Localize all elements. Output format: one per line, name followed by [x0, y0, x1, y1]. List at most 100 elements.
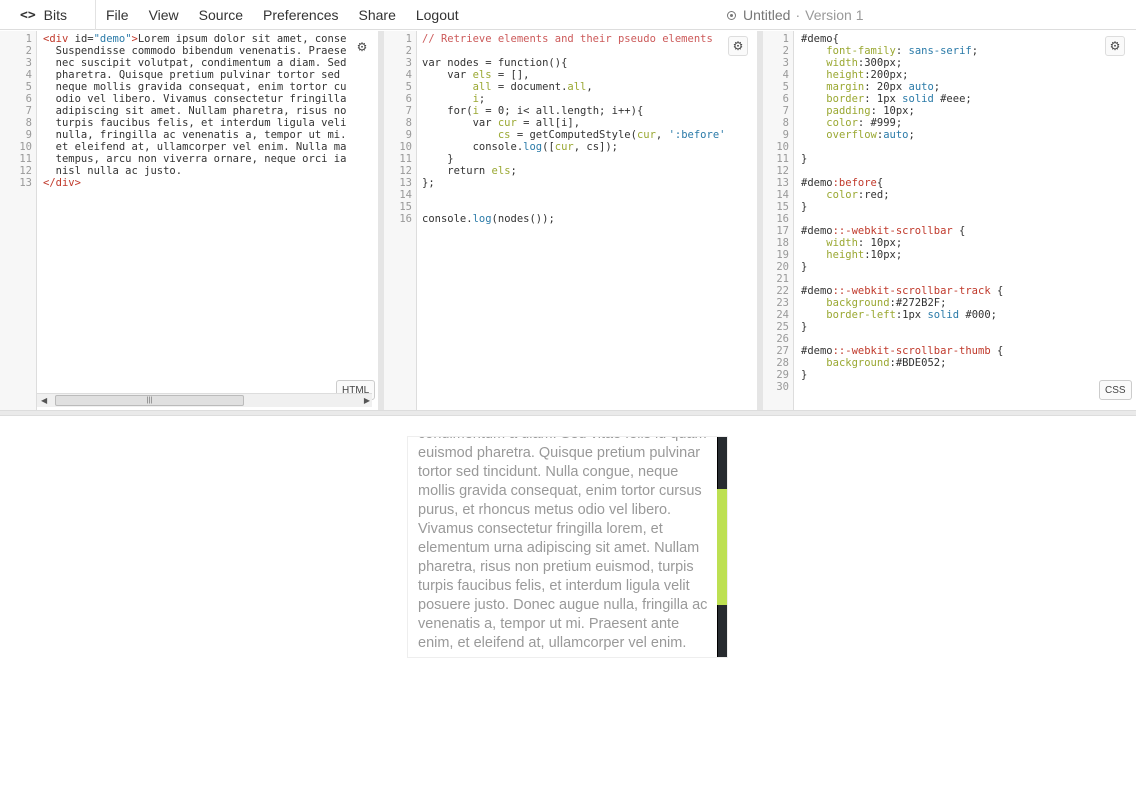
- top-bar: <> Bits File View Source Preferences Sha…: [0, 0, 1136, 30]
- code-line[interactable]: [801, 381, 1003, 393]
- line-number: 30: [776, 381, 789, 393]
- code-line[interactable]: [422, 45, 725, 57]
- code-line[interactable]: et eleifend at, ullamcorper vel enim. Nu…: [43, 141, 347, 153]
- line-number: 4: [25, 69, 32, 81]
- code-line[interactable]: console.log([cur, cs]);: [422, 141, 725, 153]
- code-line[interactable]: #demo::-webkit-scrollbar {: [801, 225, 1003, 237]
- code-line[interactable]: height:10px;: [801, 249, 1003, 261]
- code-line[interactable]: turpis faucibus felis, et interdum ligul…: [43, 117, 347, 129]
- code-line[interactable]: border-left:1px solid #000;: [801, 309, 1003, 321]
- code-line[interactable]: [801, 333, 1003, 345]
- line-number: 11: [776, 153, 789, 165]
- code-line[interactable]: };: [422, 177, 725, 189]
- code-line[interactable]: font-family: sans-serif;: [801, 45, 1003, 57]
- arrow-left-icon[interactable]: ◀: [41, 396, 47, 405]
- menu-file[interactable]: File: [96, 7, 139, 23]
- menu-source[interactable]: Source: [189, 7, 253, 23]
- code-line[interactable]: console.log(nodes());: [422, 213, 725, 225]
- code-line[interactable]: neque mollis gravida consequat, enim tor…: [43, 81, 347, 93]
- css-code[interactable]: #demo{ font-family: sans-serif; width:30…: [801, 33, 1003, 393]
- document-title[interactable]: Untitled: [743, 7, 790, 23]
- menu-share[interactable]: Share: [349, 7, 406, 23]
- code-line[interactable]: [801, 213, 1003, 225]
- html-horizontal-scrollbar[interactable]: ◀ ||| ▶: [37, 393, 372, 407]
- line-number: 5: [25, 81, 32, 93]
- code-line[interactable]: [422, 189, 725, 201]
- gear-icon[interactable]: ⚙: [728, 36, 748, 56]
- code-line[interactable]: height:200px;: [801, 69, 1003, 81]
- js-gutter: 1 2 3 4 5 6 7 8 9 10 11 12 13 14 15 16: [384, 31, 417, 410]
- js-editor[interactable]: 1 2 3 4 5 6 7 8 9 10 11 12 13 14 15 16 // Retrieve elem…: [384, 31, 757, 410]
- code-line[interactable]: width: 10px;: [801, 237, 1003, 249]
- scrollbar-thumb[interactable]: [717, 489, 727, 605]
- code-line[interactable]: tempus, arcu non viverra ornare, neque o…: [43, 153, 347, 165]
- code-line[interactable]: #demo::-webkit-scrollbar-thumb {: [801, 345, 1003, 357]
- app-brand[interactable]: <> Bits: [0, 0, 96, 30]
- arrow-right-icon[interactable]: ▶: [364, 396, 370, 405]
- code-line[interactable]: background:#272B2F;: [801, 297, 1003, 309]
- line-number: 1: [405, 33, 412, 45]
- line-number: 1: [782, 33, 789, 45]
- code-line[interactable]: adipiscing sit amet. Nullam pharetra, ri…: [43, 105, 347, 117]
- html-editor[interactable]: 1 2 3 4 5 6 7 8 9 10 11 12 13 <div id="demo">Lorem i…: [0, 31, 378, 410]
- gear-icon[interactable]: ⚙: [1105, 36, 1125, 56]
- code-line[interactable]: Suspendisse commodo bibendum venenatis. …: [43, 45, 347, 57]
- code-line[interactable]: // Retrieve elements and their pseudo el…: [422, 33, 725, 45]
- code-line[interactable]: nisl nulla ac justo.: [43, 165, 346, 177]
- js-code[interactable]: // Retrieve elements and their pseudo el…: [422, 33, 725, 225]
- code-line[interactable]: #demo:before{: [801, 177, 1003, 189]
- code-line[interactable]: background:#BDE052;: [801, 357, 1003, 369]
- scrollbar-thumb[interactable]: |||: [55, 395, 244, 406]
- css-editor[interactable]: 1 2 3 4 5 6 7 8 9 10 11 12 13 14 15 16 17 18 19 20 21 22 23 24 2…: [763, 31, 1136, 410]
- code-line[interactable]: }: [801, 261, 1003, 273]
- line-number: 8: [405, 117, 412, 129]
- document-version[interactable]: Version 1: [805, 7, 863, 23]
- code-line[interactable]: cs = getComputedStyle(cur, ':before': [422, 129, 726, 141]
- code-line[interactable]: i;: [422, 93, 725, 105]
- preview-divider[interactable]: [0, 410, 1136, 416]
- code-line[interactable]: nec suscipit volutpat, condimentum a dia…: [43, 57, 347, 69]
- code-line[interactable]: var els = [],: [422, 69, 725, 81]
- document-info: Untitled · Version 1: [727, 0, 864, 30]
- code-line[interactable]: }: [801, 369, 1003, 381]
- code-line[interactable]: [801, 273, 1003, 285]
- code-line[interactable]: var cur = all[i],: [422, 117, 725, 129]
- code-line[interactable]: [801, 141, 1003, 153]
- menu-preferences[interactable]: Preferences: [253, 7, 348, 23]
- code-line[interactable]: #demo::-webkit-scrollbar-track {: [801, 285, 1003, 297]
- code-line[interactable]: [422, 201, 725, 213]
- code-line[interactable]: margin: 20px auto;: [801, 81, 1003, 93]
- css-language-badge[interactable]: CSS: [1099, 380, 1132, 400]
- code-line[interactable]: </div>: [43, 177, 346, 189]
- code-line[interactable]: }: [801, 201, 1003, 213]
- code-line[interactable]: [801, 165, 1003, 177]
- code-line[interactable]: var nodes = function(){: [422, 57, 725, 69]
- css-gutter: 1 2 3 4 5 6 7 8 9 10 11 12 13 14 15 16 17 18 19 20 21 22 23 24 2…: [763, 31, 794, 410]
- menu-view[interactable]: View: [139, 7, 189, 23]
- demo-preview[interactable]: condimentum a diam. Sed vitae felis id q…: [407, 436, 728, 658]
- code-line[interactable]: color: #999;: [801, 117, 1003, 129]
- line-number: 10: [399, 141, 412, 153]
- code-line[interactable]: nulla, fringilla ac venenatis a, tempor …: [43, 129, 347, 141]
- code-line[interactable]: }: [801, 153, 1003, 165]
- code-line[interactable]: <div id="demo">Lorem ipsum dolor sit ame…: [43, 33, 346, 45]
- code-line[interactable]: all = document.all,: [422, 81, 725, 93]
- code-line[interactable]: border: 1px solid #eee;: [801, 93, 1003, 105]
- code-line[interactable]: color:red;: [801, 189, 1003, 201]
- code-line[interactable]: }: [422, 153, 725, 165]
- code-line[interactable]: odio vel libero. Vivamus consectetur fri…: [43, 93, 347, 105]
- code-line[interactable]: width:300px;: [801, 57, 1003, 69]
- code-line[interactable]: for(i = 0; i< all.length; i++){: [422, 105, 725, 117]
- line-number: 18: [776, 237, 789, 249]
- code-line[interactable]: }: [801, 321, 1003, 333]
- code-line[interactable]: overflow:auto;: [801, 129, 1003, 141]
- line-number: 3: [782, 57, 789, 69]
- code-line[interactable]: pharetra. Quisque pretium pulvinar torto…: [43, 69, 346, 81]
- code-line[interactable]: padding: 10px;: [801, 105, 1003, 117]
- menu-logout[interactable]: Logout: [406, 7, 469, 23]
- html-code[interactable]: <div id="demo">Lorem ipsum dolor sit ame…: [43, 33, 346, 189]
- code-line[interactable]: #demo{: [801, 33, 1003, 45]
- code-line[interactable]: return els;: [422, 165, 725, 177]
- line-number: 7: [405, 105, 412, 117]
- gear-icon[interactable]: ⚙: [352, 37, 372, 57]
